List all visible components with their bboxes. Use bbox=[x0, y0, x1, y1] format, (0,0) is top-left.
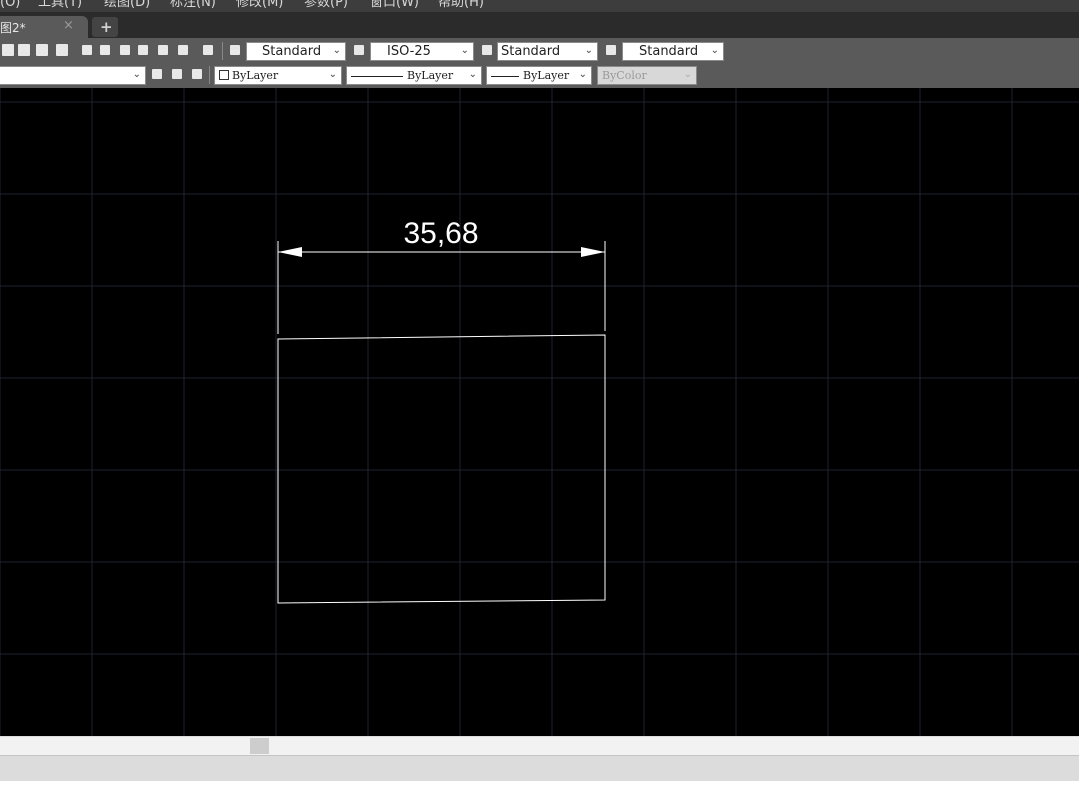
dim-style-icon[interactable] bbox=[354, 45, 364, 55]
plus-icon: + bbox=[100, 18, 113, 36]
design-center-icon[interactable] bbox=[100, 45, 110, 55]
scrollbar-thumb[interactable] bbox=[250, 738, 269, 754]
color-label: ByLayer bbox=[232, 69, 279, 82]
bottom-area bbox=[0, 781, 1079, 799]
lineweight-value: ByLayer bbox=[491, 67, 569, 84]
zoom-window-icon[interactable] bbox=[36, 44, 48, 56]
text-style-icon[interactable] bbox=[230, 45, 240, 55]
multileader-style-value: Standard bbox=[639, 44, 699, 59]
plot-style-value: ByColor bbox=[602, 69, 647, 82]
lineweight-preview bbox=[491, 75, 519, 77]
menu-tools[interactable]: 工具(T) bbox=[38, 0, 82, 11]
multileader-style-icon[interactable] bbox=[606, 45, 616, 55]
markup-icon[interactable] bbox=[138, 45, 148, 55]
linetype-value: ByLayer bbox=[351, 67, 453, 84]
tab-drawing2[interactable]: 图2* × bbox=[0, 16, 88, 38]
tab-label: 图2* bbox=[0, 21, 26, 35]
chevron-down-icon: ⌄ bbox=[328, 69, 337, 80]
status-bar bbox=[0, 755, 1079, 782]
chevron-down-icon: ⌄ bbox=[332, 45, 341, 56]
chevron-down-icon: ⌄ bbox=[683, 69, 692, 80]
properties-icon[interactable] bbox=[82, 45, 92, 55]
arrowhead-left bbox=[278, 247, 302, 257]
toolbar-separator bbox=[222, 42, 223, 60]
table-style-icon[interactable] bbox=[482, 45, 492, 55]
linetype-select[interactable]: ByLayer ⌄ bbox=[346, 66, 482, 85]
chevron-down-icon: ⌄ bbox=[468, 69, 477, 80]
arrowhead-right bbox=[581, 247, 605, 257]
dimension-text[interactable]: 35,68 bbox=[403, 217, 478, 250]
color-value: ByLayer bbox=[219, 67, 278, 84]
rectangle-outline[interactable] bbox=[277, 334, 606, 604]
tool-palettes-icon[interactable] bbox=[120, 45, 130, 55]
text-style-value: Standard bbox=[262, 44, 322, 59]
multileader-style-select[interactable]: Standard ⌄ bbox=[622, 42, 724, 61]
grid bbox=[0, 88, 1079, 736]
linear-dimension[interactable]: 35,68 bbox=[277, 217, 606, 334]
layer-select[interactable]: ⌄ bbox=[0, 66, 146, 85]
layer-state-icon[interactable] bbox=[192, 69, 202, 79]
menu-format[interactable]: (O) bbox=[0, 0, 20, 11]
new-tab-button[interactable]: + bbox=[92, 17, 118, 37]
chevron-down-icon: ⌄ bbox=[578, 69, 587, 80]
standard-toolbar: Standard ⌄ ISO-25 ⌄ Standard ⌄ Standard … bbox=[0, 38, 1079, 63]
menu-parametric[interactable]: 参数(P) bbox=[304, 0, 348, 11]
chevron-down-icon: ⌄ bbox=[710, 45, 719, 56]
menu-modify[interactable]: 修改(M) bbox=[236, 0, 283, 11]
layers-properties-toolbar: ⌄ ByLayer ⌄ ByLayer ⌄ ByLayer ⌄ ByColor … bbox=[0, 63, 1079, 89]
horizontal-scrollbar[interactable] bbox=[0, 736, 1079, 756]
calculator-icon[interactable] bbox=[158, 45, 168, 55]
color-select[interactable]: ByLayer ⌄ bbox=[214, 66, 342, 85]
table-style-select[interactable]: Standard ⌄ bbox=[497, 42, 598, 61]
chevron-down-icon: ⌄ bbox=[132, 69, 141, 80]
text-style-select[interactable]: Standard ⌄ bbox=[246, 42, 346, 61]
layer-previous-icon[interactable] bbox=[152, 69, 162, 79]
help-icon[interactable] bbox=[203, 45, 213, 55]
pan-icon[interactable] bbox=[2, 44, 14, 56]
zoom-realtime-icon[interactable] bbox=[18, 44, 30, 56]
close-icon[interactable]: × bbox=[63, 18, 74, 33]
toolbar-separator bbox=[209, 66, 210, 84]
menu-help[interactable]: 帮助(H) bbox=[438, 0, 484, 11]
lineweight-select[interactable]: ByLayer ⌄ bbox=[486, 66, 592, 85]
document-tab-bar: 图2* × + bbox=[0, 12, 1079, 38]
table-style-value: Standard bbox=[501, 44, 561, 59]
menu-window[interactable]: 窗口(W) bbox=[370, 0, 419, 11]
menu-draw[interactable]: 绘图(D) bbox=[104, 0, 150, 11]
plot-style-select: ByColor ⌄ bbox=[597, 66, 697, 85]
layer-match-icon[interactable] bbox=[172, 69, 182, 79]
zoom-previous-icon[interactable] bbox=[56, 44, 68, 56]
dim-style-select[interactable]: ISO-25 ⌄ bbox=[370, 42, 474, 61]
rectangle[interactable] bbox=[277, 334, 606, 604]
linetype-label: ByLayer bbox=[407, 69, 454, 82]
sheet-set-icon[interactable] bbox=[178, 45, 188, 55]
dim-style-value: ISO-25 bbox=[387, 44, 431, 59]
chevron-down-icon: ⌄ bbox=[460, 45, 469, 56]
menu-bar: (O) 工具(T) 绘图(D) 标注(N) 修改(M) 参数(P) 窗口(W) … bbox=[0, 0, 1079, 12]
model-space: 35,68 bbox=[0, 88, 1079, 736]
menu-dimension[interactable]: 标注(N) bbox=[170, 0, 216, 11]
lineweight-label: ByLayer bbox=[523, 69, 570, 82]
color-swatch bbox=[219, 70, 229, 80]
drawing-canvas[interactable]: 35,68 bbox=[0, 88, 1079, 736]
linetype-preview bbox=[351, 75, 403, 77]
chevron-down-icon: ⌄ bbox=[584, 45, 593, 56]
